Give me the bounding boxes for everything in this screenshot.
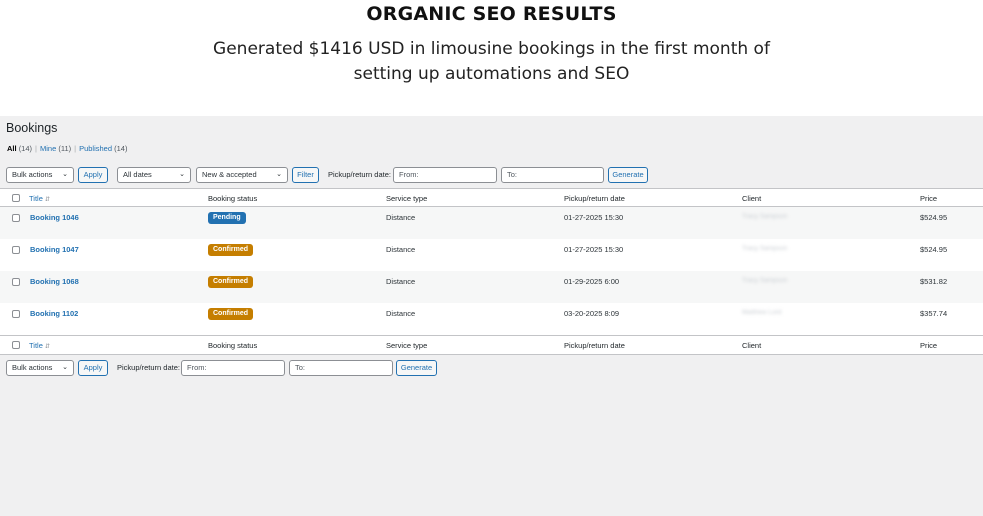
booking-title-link[interactable]: Booking 1068 bbox=[30, 276, 79, 288]
client-name: Tracy Sampson bbox=[742, 213, 788, 220]
row-checkbox[interactable] bbox=[12, 310, 20, 318]
service-type: Distance bbox=[386, 309, 416, 318]
chevron-down-icon: ⌄ bbox=[179, 171, 185, 178]
client-name: Tracy Sampson bbox=[742, 245, 788, 252]
from-date-input-bottom[interactable]: From: bbox=[181, 360, 285, 376]
status-column-footer: Booking status bbox=[208, 341, 258, 350]
client-column-header: Client bbox=[742, 194, 762, 203]
table-row: Booking 1102 Confirmed Distance 03-20-20… bbox=[0, 303, 983, 335]
service-type: Distance bbox=[386, 213, 416, 222]
price-column-header: Price bbox=[920, 194, 938, 203]
hero-heading: ORGANIC SEO RESULTS bbox=[366, 3, 617, 25]
select-all-checkbox-footer[interactable] bbox=[12, 341, 20, 349]
generate-button[interactable]: Generate bbox=[608, 167, 648, 183]
table-footer: Title ⇵ Booking status Service type Picku… bbox=[0, 335, 983, 354]
price-column-footer: Price bbox=[920, 341, 938, 350]
price: $531.82 bbox=[920, 277, 948, 286]
to-date-input-bottom[interactable]: To: bbox=[289, 360, 393, 376]
sort-icon: ⇵ bbox=[44, 344, 50, 350]
status-filter-select[interactable]: New & accepted ⌄ bbox=[196, 167, 288, 183]
row-checkbox[interactable] bbox=[12, 214, 20, 222]
dates-select[interactable]: All dates ⌄ bbox=[117, 167, 191, 183]
to-date-input[interactable]: To: bbox=[501, 167, 604, 183]
table-row: Booking 1068 Confirmed Distance 01-29-20… bbox=[0, 271, 983, 303]
bulk-actions-select-bottom[interactable]: Bulk actions ⌄ bbox=[6, 360, 74, 376]
status-badge: Confirmed bbox=[208, 276, 253, 288]
chevron-down-icon: ⌄ bbox=[62, 171, 68, 178]
pickup-date-label-bottom: Pickup/return date: bbox=[117, 363, 180, 372]
price: $524.95 bbox=[920, 245, 948, 254]
booking-title-link[interactable]: Booking 1047 bbox=[30, 244, 79, 256]
view-filters: All (14) | Mine (11) | Published (14) bbox=[7, 144, 128, 153]
pickup-date-label: Pickup/return date: bbox=[328, 170, 391, 179]
client-column-footer: Client bbox=[742, 341, 762, 350]
view-published-link[interactable]: Published (14) bbox=[79, 144, 127, 153]
hero-section: ORGANIC SEO RESULTS Generated $1416 USD … bbox=[0, 0, 983, 116]
chevron-down-icon: ⌄ bbox=[62, 364, 68, 371]
table-row: Booking 1047 Confirmed Distance 01-27-20… bbox=[0, 239, 983, 271]
filter-button[interactable]: Filter bbox=[292, 167, 319, 183]
table-header: Title ⇵ Booking status Service type Picku… bbox=[0, 189, 983, 207]
view-all-link[interactable]: All (14) bbox=[7, 144, 32, 153]
chevron-down-icon: ⌄ bbox=[276, 171, 282, 178]
status-badge: Pending bbox=[208, 212, 246, 224]
pickup-date: 01-27-2025 15:30 bbox=[564, 245, 624, 254]
client-name: Tracy Sampson bbox=[742, 277, 788, 284]
service-column-footer: Service type bbox=[386, 341, 428, 350]
from-date-input[interactable]: From: bbox=[393, 167, 497, 183]
booking-title-link[interactable]: Booking 1046 bbox=[30, 212, 79, 224]
status-badge: Confirmed bbox=[208, 244, 253, 256]
bookings-table: Title ⇵ Booking status Service type Picku… bbox=[0, 188, 983, 355]
bookings-admin-panel: Bookings All (14) | Mine (11) | Published (1… bbox=[0, 116, 983, 516]
hero-subheading: Generated $1416 USD in limousine booking… bbox=[213, 39, 770, 84]
row-checkbox[interactable] bbox=[12, 278, 20, 286]
table-row: Booking 1046 Pending Distance 01-27-2025… bbox=[0, 207, 983, 239]
row-checkbox[interactable] bbox=[12, 246, 20, 254]
title-column-footer[interactable]: Title ⇵ bbox=[29, 340, 50, 353]
apply-button-bottom[interactable]: Apply bbox=[78, 360, 108, 376]
title-column-header[interactable]: Title ⇵ bbox=[29, 193, 50, 206]
pickup-date: 01-29-2025 6:00 bbox=[564, 277, 620, 286]
service-column-header: Service type bbox=[386, 194, 428, 203]
apply-button[interactable]: Apply bbox=[78, 167, 108, 183]
select-all-checkbox[interactable] bbox=[12, 194, 20, 202]
price: $357.74 bbox=[920, 309, 948, 318]
service-type: Distance bbox=[386, 277, 416, 286]
view-mine-link[interactable]: Mine (11) bbox=[40, 144, 71, 153]
status-badge: Confirmed bbox=[208, 308, 253, 320]
date-column-footer: Pickup/return date bbox=[564, 341, 625, 350]
sort-icon: ⇵ bbox=[44, 197, 50, 203]
page-title: Bookings bbox=[6, 121, 58, 135]
pickup-date: 01-27-2025 15:30 bbox=[564, 213, 624, 222]
price: $524.95 bbox=[920, 213, 948, 222]
booking-title-link[interactable]: Booking 1102 bbox=[30, 308, 78, 320]
status-column-header: Booking status bbox=[208, 194, 258, 203]
generate-button-bottom[interactable]: Generate bbox=[396, 360, 437, 376]
bulk-actions-select[interactable]: Bulk actions ⌄ bbox=[6, 167, 74, 183]
service-type: Distance bbox=[386, 245, 416, 254]
date-column-header: Pickup/return date bbox=[564, 194, 625, 203]
client-name: Matthew Lord bbox=[742, 309, 782, 316]
pickup-date: 03-20-2025 8:09 bbox=[564, 309, 620, 318]
